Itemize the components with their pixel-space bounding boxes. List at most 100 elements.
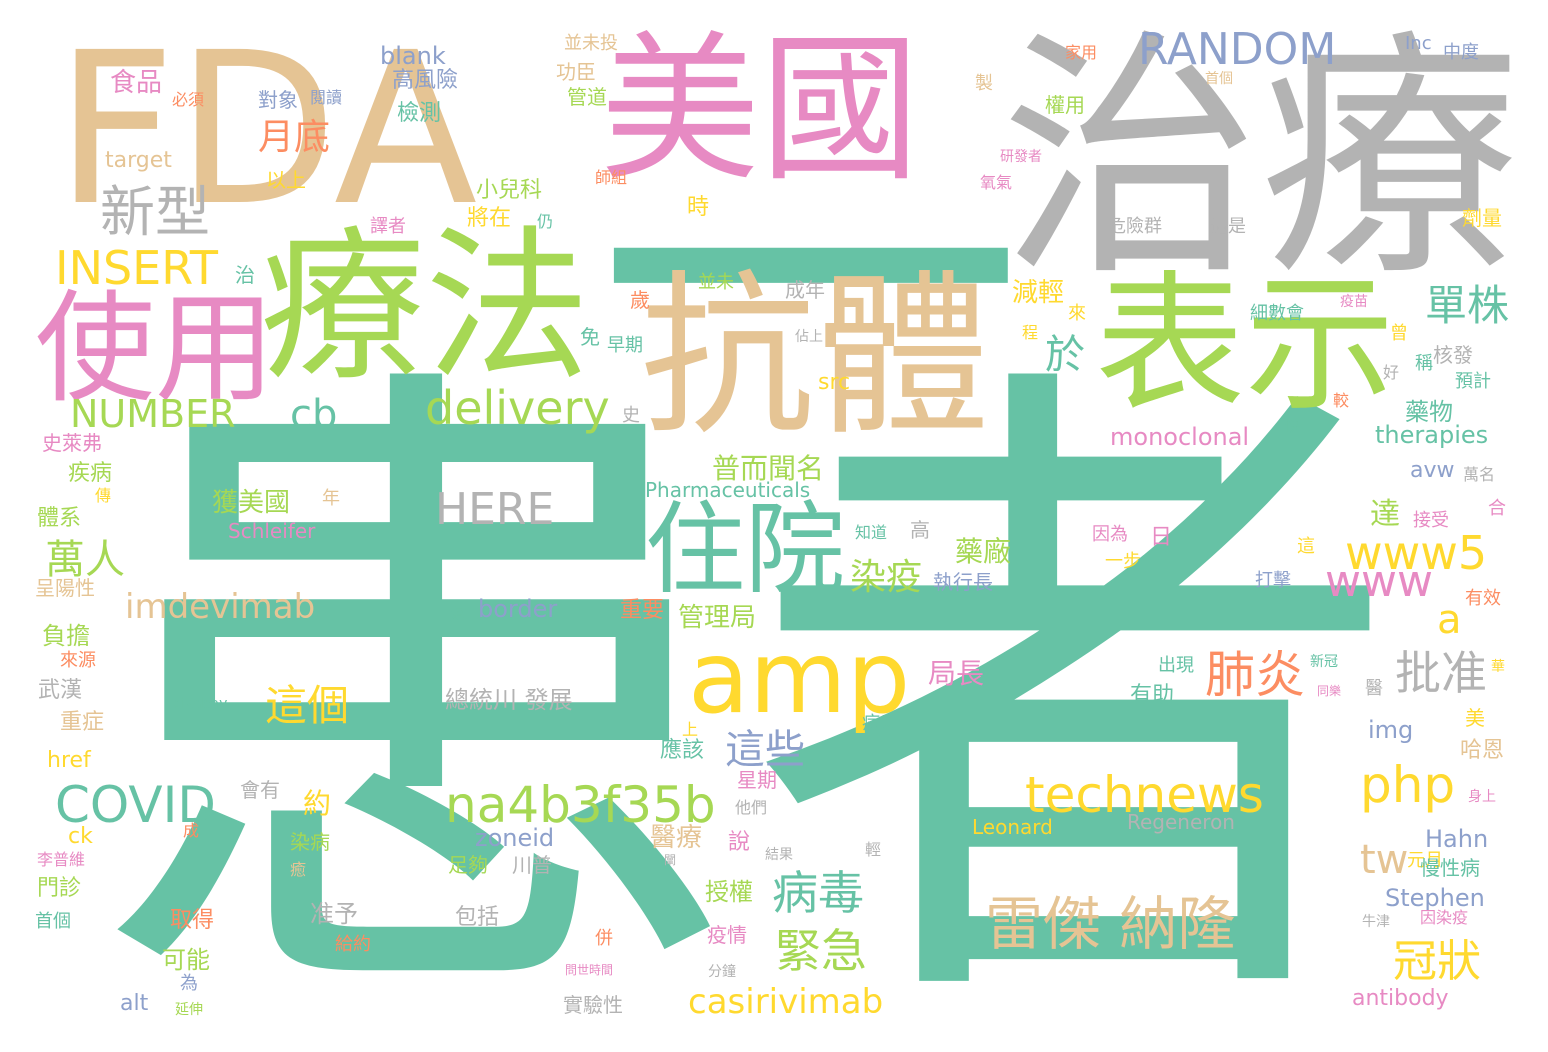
word: 史萊弗: [42, 431, 102, 455]
word: 治: [235, 263, 255, 287]
word: Stephen: [1385, 884, 1485, 912]
word: 來: [1068, 303, 1086, 324]
word: 這: [1297, 536, 1315, 557]
word: img: [1368, 716, 1414, 744]
word: 約: [303, 787, 332, 820]
word: 華: [1491, 659, 1505, 675]
word: 總統川 發展: [445, 686, 573, 714]
word: php: [1360, 756, 1456, 814]
word: 這個: [265, 681, 350, 730]
word: 新冠: [1310, 654, 1338, 670]
word: 並未: [698, 272, 734, 293]
word: therapies: [1375, 421, 1489, 449]
word: 管理局: [678, 603, 757, 633]
word: 表示: [1095, 258, 1396, 432]
word: 稱: [1415, 353, 1433, 374]
word: antibody: [1352, 986, 1449, 1011]
word: 體系: [37, 506, 82, 531]
word: Inc: [1405, 33, 1432, 54]
word: 史: [622, 405, 640, 426]
word: 減輕: [1012, 278, 1065, 308]
word: 來源: [60, 650, 96, 671]
word: 執行長: [933, 570, 993, 594]
word: 准予: [310, 900, 358, 928]
word: 於: [1045, 332, 1085, 378]
word: 疾病: [68, 461, 113, 486]
word: 危險群: [1108, 216, 1162, 237]
word: src: [818, 370, 851, 395]
word: 成年: [785, 278, 825, 302]
word: delivery: [425, 381, 610, 435]
word: 併: [595, 928, 613, 949]
word: NUMBER: [70, 392, 236, 436]
word: 冠狀: [1393, 936, 1481, 987]
word: 達: [1370, 497, 1400, 532]
word: 早期: [607, 335, 643, 356]
word: 取得: [170, 908, 215, 933]
word: 武漢: [38, 678, 83, 703]
word: 研發者: [1000, 149, 1042, 165]
word: 局長: [928, 657, 985, 690]
word: 問世時間: [565, 963, 614, 977]
word: 中度: [1443, 42, 1479, 63]
word: 管道: [567, 85, 607, 109]
word: 身上: [1468, 789, 1496, 805]
word: 為: [180, 973, 198, 994]
word: 免: [580, 325, 600, 349]
word: 食品: [110, 68, 163, 98]
word: 出現: [1158, 655, 1194, 676]
word: 好: [1383, 363, 1400, 382]
word: 萬名: [1463, 465, 1496, 484]
word: 成: [183, 821, 200, 840]
word: 同樂: [1317, 684, 1342, 698]
word: 疫情: [707, 923, 747, 947]
word: 有助: [1130, 683, 1175, 708]
word: 譯者: [370, 216, 406, 237]
word: 獲美國: [212, 488, 291, 518]
word: 並未投: [564, 33, 618, 54]
word: 會有: [240, 778, 280, 802]
word: Leonard: [972, 815, 1053, 839]
word: 處: [448, 605, 465, 624]
word: 實驗性: [563, 993, 623, 1017]
word: 傳: [95, 486, 112, 505]
word: 歲: [630, 288, 650, 312]
word: www: [1325, 556, 1433, 607]
word: tw: [1360, 837, 1409, 883]
word: 川普: [512, 853, 552, 877]
word: 疫苗: [1340, 294, 1368, 310]
word: 普而聞名: [712, 452, 825, 485]
word: 時: [687, 195, 710, 220]
word: 牛津: [1362, 914, 1390, 930]
word: 劑量: [1462, 206, 1502, 230]
word: 快: [1285, 416, 1302, 435]
word: Schleifer: [228, 519, 316, 543]
word: 家用: [1065, 43, 1098, 62]
word: avw: [1410, 458, 1455, 483]
word: 癒: [290, 860, 307, 879]
word: 核發: [1433, 343, 1473, 367]
word: 肺炎: [1205, 646, 1305, 704]
word: Regeneron: [1127, 810, 1235, 834]
word: HERE: [435, 484, 555, 535]
word: 延伸: [175, 1002, 203, 1018]
word: 高: [910, 518, 930, 542]
word: 仍: [537, 212, 554, 231]
word: 批准: [1395, 646, 1487, 700]
word: 因染疫: [1420, 908, 1469, 927]
word: 呈陽性: [35, 576, 95, 600]
word: 結果: [765, 847, 793, 863]
word-cloud: 患者一治療 FDA 美國 療法 抗體 表示 使用 住院 amp RANDOM 新型 INSERT del…: [0, 0, 1548, 1052]
word: 檢測: [397, 101, 442, 126]
word: 授權: [705, 878, 753, 906]
word: 佔上: [795, 329, 823, 345]
word: 這些: [725, 727, 805, 773]
word: 月底: [258, 117, 331, 158]
word: 年: [322, 488, 340, 509]
word: 緊急: [775, 924, 867, 978]
word: a: [1437, 597, 1462, 643]
word: 說: [728, 830, 751, 855]
word: 權用: [1045, 93, 1085, 117]
word: 有效: [1465, 588, 1501, 609]
word: 萬人: [45, 537, 125, 583]
